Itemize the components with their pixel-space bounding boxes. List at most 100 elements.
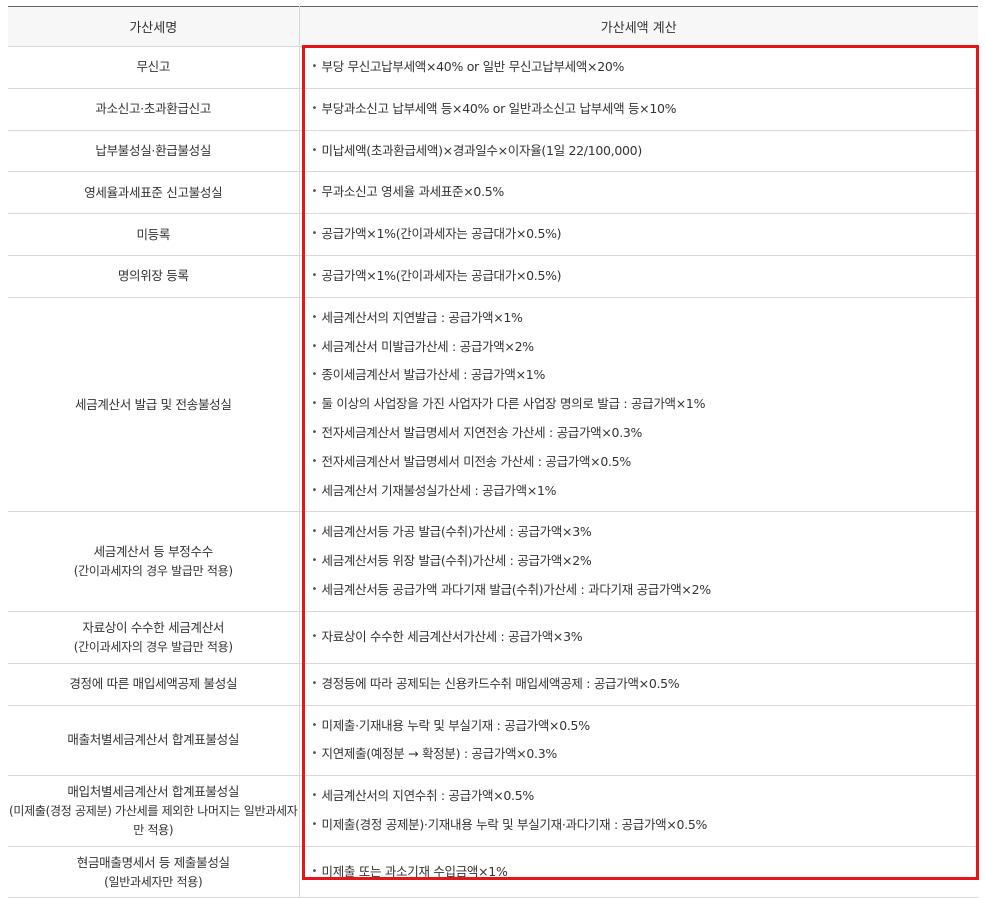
row-calculation: • 공급가액×1%(간이과세자는 공급대가×0.5%) (299, 213, 979, 256)
bullet-icon: • (311, 583, 318, 595)
calculation-text: 전자세금계산서 발급명세서 지연전송 가산세 : 공급가액×0.3% (321, 424, 643, 440)
calculation-text: 공급가액×1%(간이과세자는 공급대가×0.5%) (321, 226, 562, 242)
bullet-icon: • (311, 526, 318, 538)
category-label: 자료상이 수수한 세금계산서 (82, 619, 225, 635)
category-label: 납부불성실·환급불성실 (95, 142, 212, 158)
calculation-text: 미납세액(초과환급세액)×경과일수×이자율(1일 22/100,000) (321, 142, 643, 158)
calculation-text: 미제출·기재내용 누락 및 부실기재 : 공급가액×0.5% (321, 717, 591, 733)
bullet-icon: • (311, 455, 318, 467)
category-note: (간이과세자의 경우 발급만 적용) (73, 564, 233, 579)
header-category: 가산세명 (8, 6, 300, 47)
list-item: • 미제출(경정 공제분)·기재내용 누락 및 부실기재·과다기재 : 공급가액×… (312, 811, 979, 840)
calculation-list: • 부당과소신고 납부세액 등×40% or 일반과소신고 납부세액 등×10% (312, 89, 979, 130)
bullet-icon: • (311, 340, 318, 352)
bullet-icon: • (311, 748, 318, 760)
list-item: • 세금계산서 기재불성실가산세 : 공급가액×1% (312, 477, 979, 506)
list-item: • 부당과소신고 납부세액 등×40% or 일반과소신고 납부세액 등×10% (312, 95, 979, 124)
bullet-icon: • (311, 630, 318, 642)
bullet-icon: • (311, 61, 318, 72)
row-category: 영세율과세표준 신고불성실 (8, 171, 300, 215)
table-row: 현금매출명세서 등 제출불성실 (일반과세자만 적용) • 미제출 또는 과소기재 수… (8, 846, 978, 898)
bullet-icon: • (311, 398, 318, 410)
row-calculation: • 세금계산서등 가공 발급(수취)가산세 : 공급가액×3% • 세금계산서등 위장… (299, 511, 979, 612)
list-item: • 무과소신고 영세율 과세표준×0.5% (312, 178, 979, 207)
calculation-text: 전자세금계산서 발급명세서 미전송 가산세 : 공급가액×0.5% (321, 453, 632, 469)
bullet-icon: • (311, 102, 318, 114)
calculation-text: 부당과소신고 납부세액 등×40% or 일반과소신고 납부세액 등×10% (321, 100, 677, 116)
penalty-tax-table: 가산세명 가산세액 계산 무신고 • 부당 무신고납부세액×40% or 일반 무신… (8, 6, 978, 898)
list-item: • 세금계산서등 가공 발급(수취)가산세 : 공급가액×3% (312, 518, 979, 547)
calculation-text: 세금계산서 기재불성실가산세 : 공급가액×1% (321, 482, 557, 498)
category-label: 경정에 따른 매입세액공제 불성실 (69, 676, 238, 692)
list-item: • 세금계산서의 지연수취 : 공급가액×0.5% (312, 782, 979, 811)
calculation-list: • 세금계산서등 가공 발급(수취)가산세 : 공급가액×3% • 세금계산서등 위장… (312, 512, 979, 610)
list-item: • 자료상이 수수한 세금계산서가산세 : 공급가액×3% (312, 623, 979, 652)
category-label: 영세율과세표준 신고불성실 (84, 184, 223, 200)
table-row: 자료상이 수수한 세금계산서 (간이과세자의 경우 발급만 적용) • 자료상이 수수… (8, 611, 979, 664)
calculation-list: • 미제출·기재내용 누락 및 부실기재 : 공급가액×0.5% • 지연제출(예정분… (312, 706, 979, 776)
calculation-text: 무과소신고 영세율 과세표준×0.5% (321, 184, 505, 200)
bullet-icon: • (311, 311, 318, 323)
table-row: 명의위장 등록 • 공급가액×1%(간이과세자는 공급대가×0.5%) (8, 255, 979, 298)
category-label: 현금매출명세서 등 제출불성실 (76, 854, 230, 870)
row-category: 자료상이 수수한 세금계산서 (간이과세자의 경우 발급만 적용) (8, 611, 300, 664)
row-category: 명의위장 등록 (8, 255, 300, 298)
calculation-text: 미제출(경정 공제분)·기재내용 누락 및 부실기재·과다기재 : 공급가액×0… (321, 817, 708, 833)
table-row: 경정에 따른 매입세액공제 불성실 • 경정등에 따라 공제되는 신용카드수취 매입… (8, 663, 979, 706)
calculation-text: 자료상이 수수한 세금계산서가산세 : 공급가액×3% (321, 628, 583, 644)
list-item: • 전자세금계산서 발급명세서 지연전송 가산세 : 공급가액×0.3% (312, 419, 979, 448)
calculation-text: 세금계산서의 지연발급 : 공급가액×1% (321, 309, 523, 325)
row-calculation: • 세금계산서의 지연수취 : 공급가액×0.5% • 미제출(경정 공제분)·기재내… (299, 775, 979, 848)
bullet-icon: • (311, 228, 318, 240)
header-calculation: 가산세액 계산 (299, 6, 978, 47)
list-item: • 미납세액(초과환급세액)×경과일수×이자율(1일 22/100,000) (312, 137, 979, 166)
calculation-list: • 부당 무신고납부세액×40% or 일반 무신고납부세액×20% (312, 47, 979, 88)
list-item: • 세금계산서의 지연발급 : 공급가액×1% (312, 304, 979, 333)
table-row: 세금계산서 발급 및 전송불성실 • 세금계산서의 지연발급 : 공급가액×1% • 세… (8, 297, 979, 513)
bullet-icon: • (311, 269, 318, 281)
calculation-list: • 공급가액×1%(간이과세자는 공급대가×0.5%) (312, 214, 979, 255)
row-category: 세금계산서 발급 및 전송불성실 (8, 297, 300, 513)
table-row: 과소신고·초과환급신고 • 부당과소신고 납부세액 등×40% or 일반과소신고 … (8, 88, 979, 131)
category-label: 매입처별세금계산서 합계표불성실 (67, 784, 240, 800)
row-category: 세금계산서 등 부정수수 (간이과세자의 경우 발급만 적용) (8, 511, 300, 612)
list-item: • 전자세금계산서 발급명세서 미전송 가산세 : 공급가액×0.5% (312, 448, 979, 477)
calculation-list: • 자료상이 수수한 세금계산서가산세 : 공급가액×3% (312, 617, 979, 658)
bullet-icon: • (311, 484, 318, 496)
table-row: 무신고 • 부당 무신고납부세액×40% or 일반 무신고납부세액×20% (8, 46, 979, 89)
table-row: 세금계산서 등 부정수수 (간이과세자의 경우 발급만 적용) • 세금계산서등 가공… (8, 511, 979, 612)
category-label: 명의위장 등록 (117, 268, 189, 284)
row-calculation: • 공급가액×1%(간이과세자는 공급대가×0.5%) (299, 255, 979, 298)
category-label: 무신고 (136, 59, 171, 75)
category-label: 과소신고·초과환급신고 (95, 101, 212, 117)
list-item: • 지연제출(예정분 → 확정분) : 공급가액×0.3% (312, 740, 979, 769)
bullet-icon: • (311, 369, 318, 381)
row-calculation: • 경정등에 따라 공제되는 신용카드수취 매입세액공제 : 공급가액×0.5% (299, 663, 979, 706)
list-item: • 세금계산서등 위장 발급(수취)가산세 : 공급가액×2% (312, 547, 979, 576)
row-category: 납부불성실·환급불성실 (8, 130, 300, 173)
calculation-list: • 경정등에 따라 공제되는 신용카드수취 매입세액공제 : 공급가액×0.5% (312, 664, 979, 705)
category-label: 미등록 (136, 226, 171, 242)
calculation-text: 부당 무신고납부세액×40% or 일반 무신고납부세액×20% (321, 59, 625, 74)
table-row: 미등록 • 공급가액×1%(간이과세자는 공급대가×0.5%) (8, 213, 979, 256)
calculation-list: • 세금계산서의 지연수취 : 공급가액×0.5% • 미제출(경정 공제분)·기재내… (312, 776, 979, 846)
row-calculation: • 세금계산서의 지연발급 : 공급가액×1% • 세금계산서 미발급가산세 : 공급… (299, 297, 979, 513)
calculation-text: 종이세금계산서 발급가산세 : 공급가액×1% (321, 367, 546, 383)
row-calculation: • 무과소신고 영세율 과세표준×0.5% (299, 171, 979, 215)
table-row: 납부불성실·환급불성실 • 미납세액(초과환급세액)×경과일수×이자율(1일 22/… (8, 130, 979, 173)
calculation-text: 둘 이상의 사업장을 가진 사업자가 다른 사업장 명의로 발급 : 공급가액×… (321, 396, 706, 412)
category-label: 세금계산서 등 부정수수 (93, 544, 214, 560)
calculation-text: 세금계산서등 위장 발급(수취)가산세 : 공급가액×2% (321, 553, 592, 569)
row-calculation: • 미제출 또는 과소기재 수입금액×1% (299, 846, 978, 898)
list-item: • 공급가액×1%(간이과세자는 공급대가×0.5%) (312, 220, 979, 249)
row-calculation: • 미납세액(초과환급세액)×경과일수×이자율(1일 22/100,000) (299, 130, 979, 173)
table-body: 무신고 • 부당 무신고납부세액×40% or 일반 무신고납부세액×20% 과소신고… (8, 46, 979, 898)
table-header-row: 가산세명 가산세액 계산 (8, 6, 978, 47)
bullet-icon: • (311, 144, 318, 156)
row-calculation: • 자료상이 수수한 세금계산서가산세 : 공급가액×3% (299, 611, 979, 664)
list-item: • 경정등에 따라 공제되는 신용카드수취 매입세액공제 : 공급가액×0.5% (312, 670, 979, 699)
list-item: • 공급가액×1%(간이과세자는 공급대가×0.5%) (312, 262, 979, 291)
bullet-icon: • (311, 719, 318, 731)
calculation-text: 공급가액×1%(간이과세자는 공급대가×0.5%) (321, 267, 562, 283)
row-category: 경정에 따른 매입세액공제 불성실 (8, 663, 300, 706)
